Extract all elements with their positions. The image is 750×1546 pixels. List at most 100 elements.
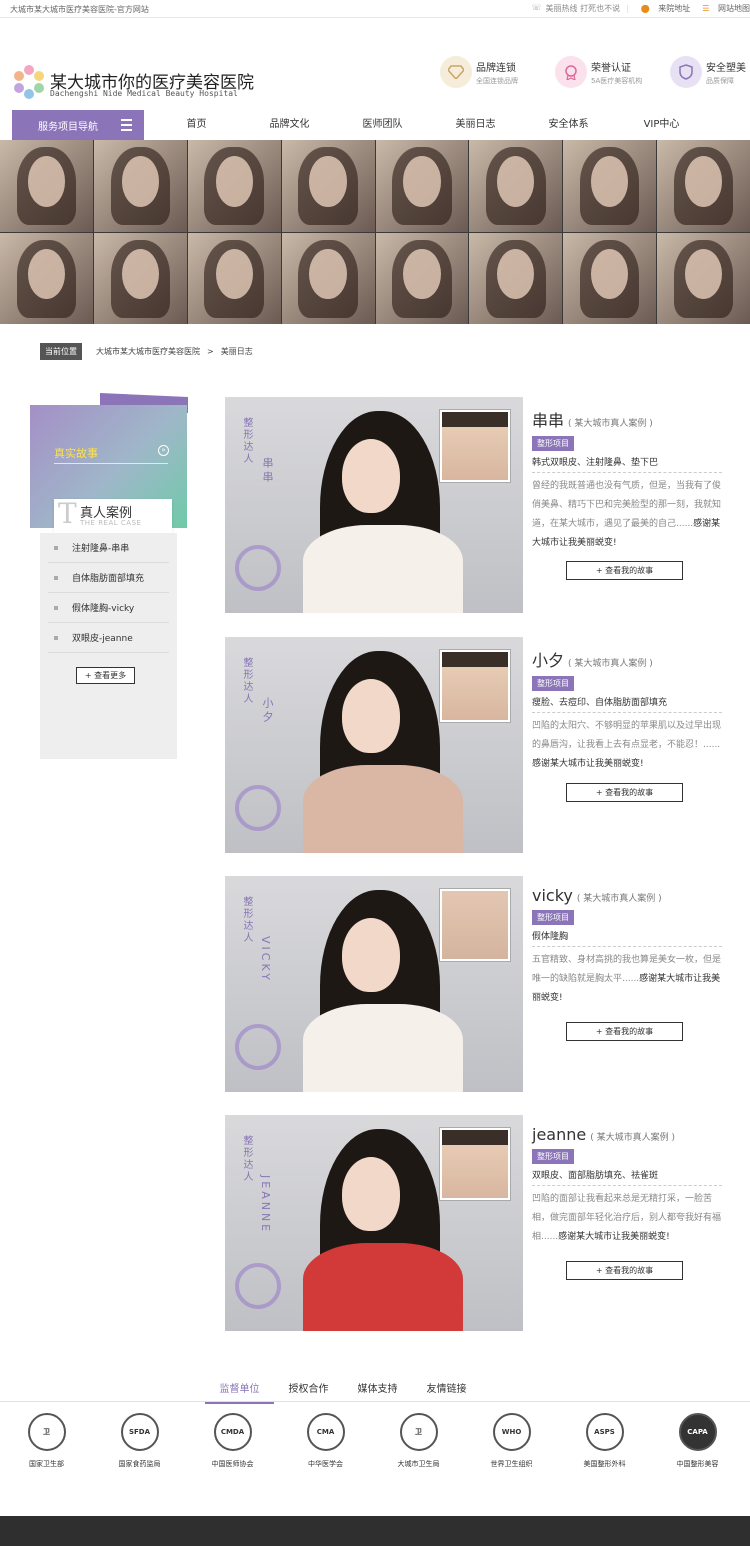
- portrait-image: [93, 140, 187, 232]
- view-story-button[interactable]: + 查看我的故事: [566, 1022, 683, 1041]
- service-nav-button[interactable]: 服务项目导航: [12, 110, 144, 140]
- logo-en-text: Dachengshi Nide Medical Beauty Hospital: [50, 89, 238, 98]
- address-link[interactable]: ⬤ 来院地址: [635, 3, 691, 14]
- main-nav: 服务项目导航 首页 品牌文化 医师团队 美丽日志 安全体系 VIP中心: [0, 110, 750, 140]
- site-title-text: 大城市某大城市医疗美容医院-官方网站: [10, 5, 149, 14]
- photo-body: [303, 1004, 463, 1092]
- case-photo[interactable]: 整形达人 VICKY: [225, 876, 523, 1092]
- location-pin-icon: ⬤: [640, 4, 650, 13]
- partner-label: 中华医学会: [308, 1460, 343, 1468]
- breadcrumb-current-label: 当前位置: [40, 343, 82, 360]
- case-title-en: THE REAL CASE: [80, 519, 142, 527]
- partner-item[interactable]: ASPS 美国整形外科: [558, 1410, 651, 1469]
- nav-item-vip[interactable]: VIP中心: [615, 110, 708, 140]
- partner-emblem-icon: CAPA: [678, 1413, 717, 1451]
- view-story-button[interactable]: + 查看我的故事: [566, 1261, 683, 1280]
- case-photo[interactable]: 整形达人 JEANNE: [225, 1115, 523, 1331]
- shield-icon: [670, 56, 702, 88]
- case-name: 小夕( 某大城市真人案例 ): [532, 651, 653, 670]
- case-info: jeanne( 某大城市真人案例 ) 整形项目 双眼皮、面部脂肪填充、祛雀斑 凹…: [532, 1125, 722, 1247]
- case-letter: T: [58, 497, 77, 530]
- case-photo[interactable]: 整形达人 串串: [225, 397, 523, 613]
- bullet-icon: [54, 545, 58, 550]
- partner-emblem-icon: CMDA: [213, 1413, 252, 1451]
- badge-title: 品牌连锁: [476, 62, 516, 74]
- badge-sub: 品质保障: [706, 76, 734, 85]
- before-thumbnail: [439, 409, 511, 483]
- photo-face: [342, 1157, 400, 1231]
- nav-item-home[interactable]: 首页: [150, 110, 243, 140]
- bullet-icon: [54, 575, 58, 580]
- partner-item[interactable]: 卫国家卫生部: [0, 1410, 93, 1469]
- partner-label: 中国整形美容: [676, 1460, 719, 1468]
- case-card: 整形达人 串串 串串( 某大城市真人案例 ) 整形项目 韩式双眼皮、注射隆鼻、垫…: [225, 397, 722, 614]
- top-bar: 大城市某大城市医疗美容医院-官方网站 ☏ 美丽热线 打死也不说 | ⬤ 来院地址 …: [0, 0, 750, 18]
- case-description: 凹陷的太阳穴、不够明显的苹果肌以及过早出现的鼻唇沟，让我看上去有点显老，不能忍！…: [532, 721, 722, 769]
- badge-safety: 安全塑美 品质保障: [670, 56, 750, 88]
- badge-honor: 荣誉认证 5A医疗美容机构: [555, 56, 670, 88]
- partner-emblem-icon: 卫: [27, 1413, 66, 1451]
- photo-vertical-name: VICKY: [259, 936, 272, 983]
- case-description: 凹陷的面部让我看起来总是无精打采，一脸苦相，做完面部年轻化治疗后，别人都夸我好有…: [532, 1194, 722, 1242]
- portrait-image: [281, 140, 375, 232]
- photo-vertical-text: 整形达人: [241, 417, 252, 465]
- stamp-icon: [235, 1263, 281, 1309]
- case-card: 整形达人 VICKY vicky( 某大城市真人案例 ) 整形项目 假体隆胸 五…: [225, 876, 722, 1093]
- partner-item[interactable]: WHO 世界卫生组织: [465, 1410, 558, 1469]
- bullet-icon: [54, 605, 58, 610]
- nav-item-brand[interactable]: 品牌文化: [243, 110, 336, 140]
- sidebar-case-list: 注射隆鼻-串串 自体脂肪面部填充 假体隆胸-vicky 双眼皮-jeanne +…: [40, 533, 177, 759]
- view-story-button[interactable]: + 查看我的故事: [566, 561, 683, 580]
- logo[interactable]: 某大城市你的医疗美容医院 Dachengshi Nide Medical Bea…: [12, 64, 254, 104]
- partner-emblem-icon: ASPS: [585, 1413, 624, 1451]
- photo-face: [342, 439, 400, 513]
- sidebar-item[interactable]: 注射隆鼻-串串: [48, 533, 169, 563]
- diamond-icon: [440, 56, 472, 88]
- header-badges: 品牌连锁 全国连锁品牌 荣誉认证 5A医疗美容机构 安全塑美 品质保障: [440, 56, 750, 88]
- partner-item[interactable]: CAPA 中国整形美容: [651, 1410, 744, 1469]
- portrait-image: [469, 140, 563, 232]
- case-photo[interactable]: 整形达人 小夕: [225, 637, 523, 853]
- view-story-button[interactable]: + 查看我的故事: [566, 783, 683, 802]
- hotline-text: ☏ 美丽热线 打死也不说: [531, 3, 621, 13]
- true-story-link[interactable]: 真实故事: [54, 445, 98, 461]
- phone-icon: ☏: [531, 3, 542, 12]
- sidebar-item[interactable]: 双眼皮-jeanne: [48, 623, 169, 653]
- photo-body: [303, 765, 463, 853]
- sitemap-link[interactable]: ☰ 网站地图: [696, 3, 750, 14]
- sidebar-header-card: 真实故事 » T 真人案例 THE REAL CASE: [30, 393, 188, 533]
- portrait-image: [469, 232, 563, 324]
- photo-vertical-name: 串串: [261, 457, 274, 485]
- photo-face: [342, 918, 400, 992]
- view-more-button[interactable]: + 查看更多: [76, 667, 135, 684]
- before-thumbnail: [439, 1127, 511, 1201]
- partner-item[interactable]: CMA 中华医学会: [279, 1410, 372, 1469]
- case-name: vicky( 某大城市真人案例 ): [532, 886, 662, 905]
- portrait-image: [375, 232, 469, 324]
- partner-label: 美国整形外科: [583, 1460, 626, 1468]
- partner-label: 世界卫生组织: [490, 1460, 533, 1468]
- partner-item[interactable]: 卫大城市卫生局: [372, 1410, 465, 1469]
- sidebar-item[interactable]: 自体脂肪面部填充: [48, 563, 169, 593]
- breadcrumb-separator: >: [207, 347, 214, 356]
- flower-logo-icon: [14, 65, 44, 99]
- case-name: 串串( 某大城市真人案例 ): [532, 411, 653, 430]
- breadcrumb-diary-link[interactable]: 美丽日志: [221, 346, 253, 357]
- arrow-right-icon[interactable]: »: [158, 445, 169, 456]
- partner-label: 大城市卫生局: [397, 1460, 440, 1468]
- service-nav-label: 服务项目导航: [38, 121, 98, 133]
- sidebar-item[interactable]: 假体隆胸-vicky: [48, 593, 169, 623]
- breadcrumb-home-link[interactable]: 大城市某大城市医疗美容医院: [96, 346, 200, 357]
- project-tag: 整形项目: [532, 1149, 574, 1164]
- nav-item-doctors[interactable]: 医师团队: [336, 110, 429, 140]
- nav-item-safety[interactable]: 安全体系: [522, 110, 615, 140]
- photo-vertical-text: 整形达人: [241, 896, 252, 944]
- photo-body: [303, 525, 463, 613]
- photo-face: [342, 679, 400, 753]
- case-info: 串串( 某大城市真人案例 ) 整形项目 韩式双眼皮、注射隆鼻、垫下巴 曾经的我既…: [532, 407, 722, 553]
- nav-item-diary[interactable]: 美丽日志: [429, 110, 522, 140]
- case-description: 曾经的我既普通也没有气质，但是，当我有了俊俏美鼻、精巧下巴和完美脸型的那一刻，我…: [532, 481, 722, 548]
- partner-item[interactable]: CMDA 中国医师协会: [186, 1410, 279, 1469]
- before-thumbnail: [439, 649, 511, 723]
- partner-item[interactable]: SFDA 国家食药监局: [93, 1410, 186, 1469]
